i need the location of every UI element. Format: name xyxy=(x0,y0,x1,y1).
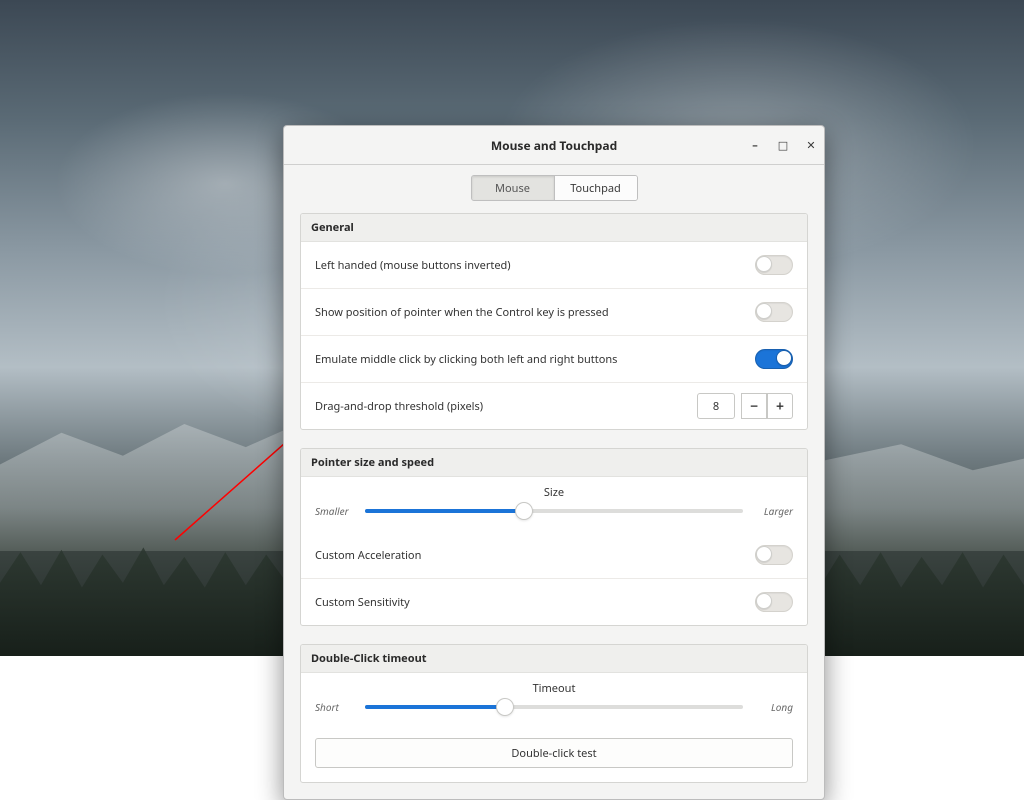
custom-sens-toggle[interactable] xyxy=(755,592,793,612)
pointer-size-slider[interactable] xyxy=(365,509,743,513)
custom-accel-label: Custom Acceleration xyxy=(315,548,755,563)
group-pointer: Pointer size and speed Size Smaller Larg… xyxy=(300,448,808,626)
dclick-timeout-min: Short xyxy=(315,700,355,714)
emulate-middle-toggle[interactable] xyxy=(755,349,793,369)
dclick-timeout-max: Long xyxy=(753,700,793,714)
left-handed-toggle[interactable] xyxy=(755,255,793,275)
emulate-middle-label: Emulate middle click by clicking both le… xyxy=(315,352,755,367)
group-double-click-title: Double-Click timeout xyxy=(301,645,807,673)
window-title: Mouse and Touchpad xyxy=(294,137,814,154)
pointer-size-min: Smaller xyxy=(315,504,355,518)
left-handed-label: Left handed (mouse buttons inverted) xyxy=(315,258,755,273)
settings-window: Mouse and Touchpad – □ ✕ Mouse Touchpad … xyxy=(283,125,825,800)
double-click-test-button[interactable]: Double-click test xyxy=(315,738,793,768)
show-pointer-toggle[interactable] xyxy=(755,302,793,322)
group-general-title: General xyxy=(301,214,807,242)
custom-accel-toggle[interactable] xyxy=(755,545,793,565)
titlebar: Mouse and Touchpad – □ ✕ xyxy=(284,126,824,165)
drag-threshold-decrease-button[interactable]: − xyxy=(741,393,767,419)
group-pointer-title: Pointer size and speed xyxy=(301,449,807,477)
drag-threshold-value[interactable]: 8 xyxy=(697,393,735,419)
close-icon[interactable]: ✕ xyxy=(806,137,816,153)
pointer-size-label: Size xyxy=(315,485,793,500)
group-double-click: Double-Click timeout Timeout Short Long … xyxy=(300,644,808,783)
show-pointer-label: Show position of pointer when the Contro… xyxy=(315,305,755,320)
drag-threshold-stepper: 8 − + xyxy=(697,393,793,419)
maximize-icon[interactable]: □ xyxy=(778,137,788,153)
minimize-icon[interactable]: – xyxy=(750,137,760,153)
group-general: General Left handed (mouse buttons inver… xyxy=(300,213,808,430)
tabbar: Mouse Touchpad xyxy=(284,165,824,213)
tab-touchpad[interactable]: Touchpad xyxy=(554,176,637,200)
dclick-timeout-label: Timeout xyxy=(315,681,793,696)
tab-mouse[interactable]: Mouse xyxy=(472,176,554,200)
dclick-timeout-slider[interactable] xyxy=(365,705,743,709)
custom-sens-label: Custom Sensitivity xyxy=(315,595,755,610)
drag-threshold-label: Drag-and-drop threshold (pixels) xyxy=(315,399,697,414)
drag-threshold-increase-button[interactable]: + xyxy=(767,393,793,419)
pointer-size-max: Larger xyxy=(753,504,793,518)
